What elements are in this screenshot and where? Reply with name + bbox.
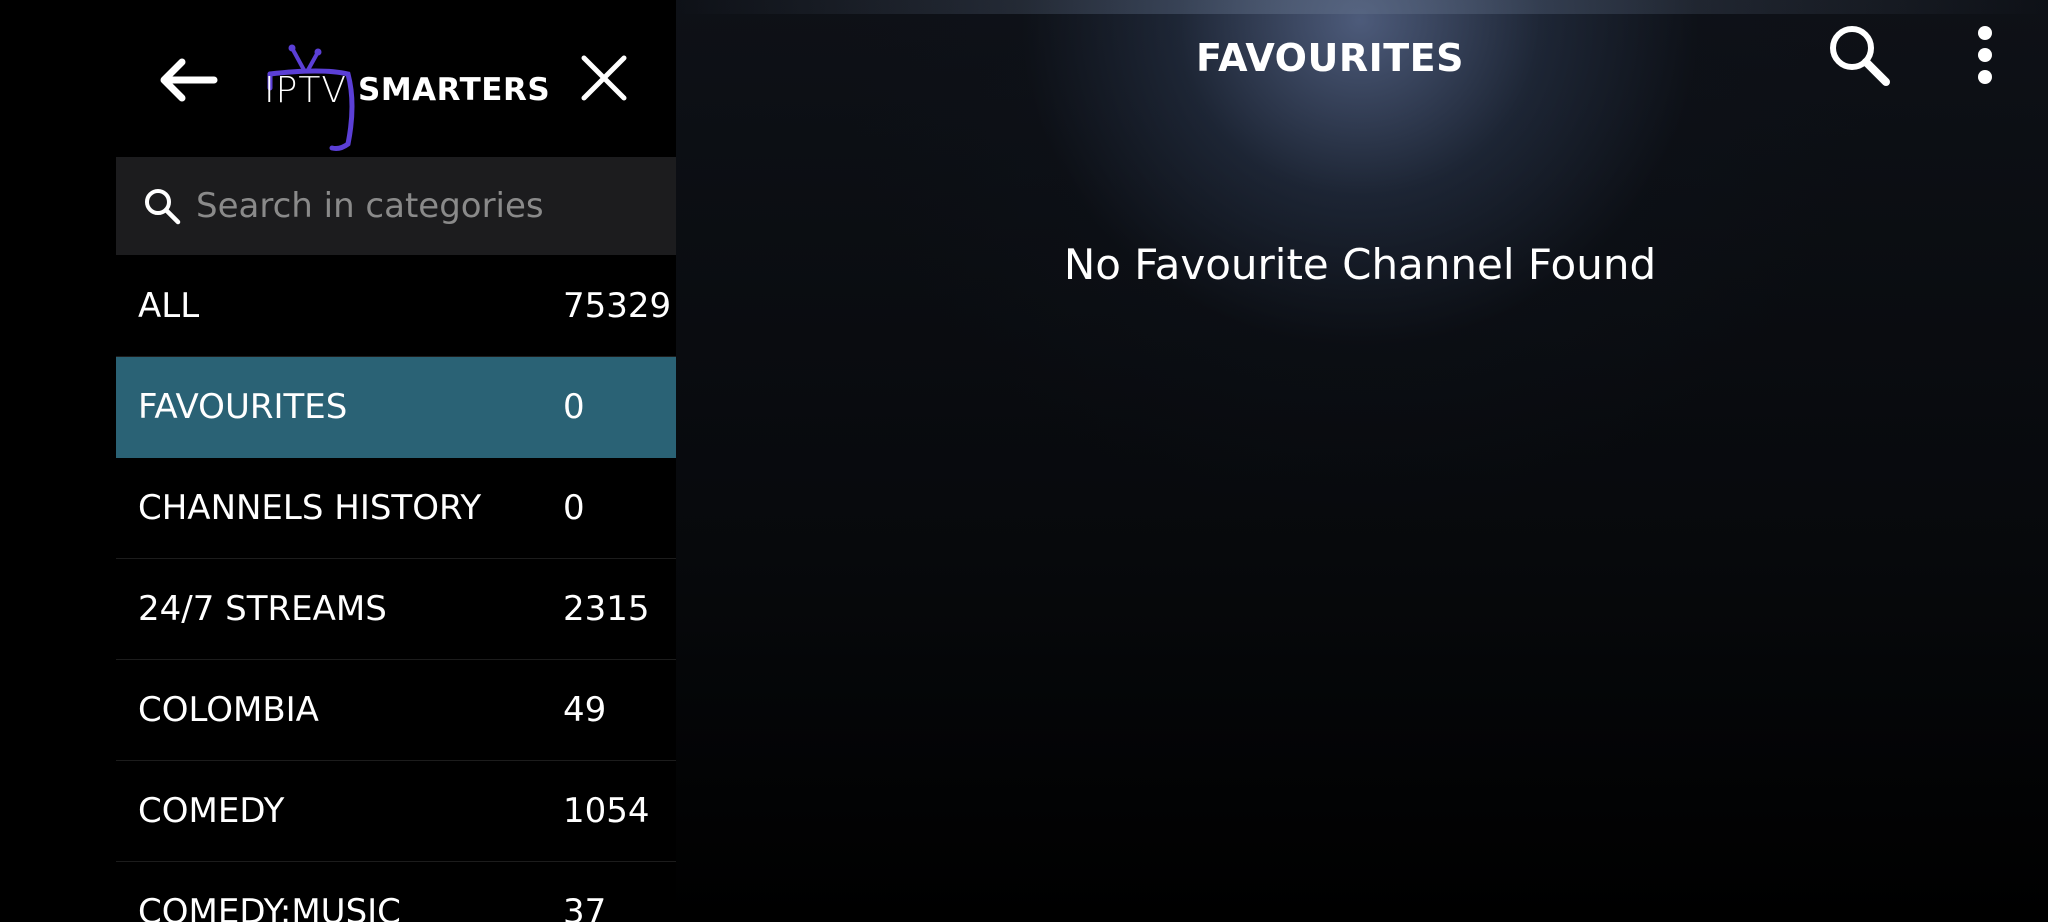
category-item-comedy-music[interactable]: COMEDY:MUSIC 37	[116, 862, 676, 922]
category-count: 0	[563, 387, 585, 427]
category-name: 24/7 STREAMS	[138, 589, 387, 629]
category-count: 2315	[563, 589, 650, 629]
category-search-box[interactable]	[116, 157, 676, 255]
logo-text-smarters: SMARTERS	[358, 72, 551, 108]
category-item-channels-history[interactable]: CHANNELS HISTORY 0	[116, 458, 676, 559]
category-name: COLOMBIA	[138, 690, 319, 730]
category-name: COMEDY:MUSIC	[138, 892, 401, 922]
empty-state-message: No Favourite Channel Found	[1063, 240, 1657, 289]
category-sidebar: IPTV SMARTERS ALL 75329 FAVOURITES 0 CHA…	[0, 0, 676, 922]
category-name: FAVOURITES	[138, 387, 348, 427]
category-item-247-streams[interactable]: 24/7 STREAMS 2315	[116, 559, 676, 660]
category-count: 49	[563, 690, 607, 730]
search-button[interactable]	[1822, 18, 1896, 92]
iptv-smarters-logo: IPTV SMARTERS	[258, 24, 550, 151]
close-button[interactable]	[574, 48, 634, 108]
category-count: 75329	[563, 286, 672, 326]
close-icon	[581, 55, 627, 101]
logo-text-iptv: IPTV	[264, 70, 347, 111]
category-name: COMEDY	[138, 791, 285, 831]
category-count: 1054	[563, 791, 650, 831]
back-button[interactable]	[155, 50, 221, 110]
category-name: CHANNELS HISTORY	[138, 488, 482, 528]
category-name: ALL	[138, 286, 200, 326]
category-count: 37	[563, 892, 607, 922]
category-item-comedy[interactable]: COMEDY 1054	[116, 761, 676, 862]
search-icon	[1830, 26, 1890, 86]
arrow-left-icon	[160, 58, 218, 102]
category-search-input[interactable]	[196, 186, 676, 226]
more-options-button[interactable]	[1960, 20, 2010, 90]
category-count: 0	[563, 488, 585, 528]
category-item-colombia[interactable]: COLOMBIA 49	[116, 660, 676, 761]
category-item-all[interactable]: ALL 75329	[116, 256, 676, 357]
top-glow-line	[676, 0, 2048, 14]
search-icon	[140, 184, 184, 228]
more-vertical-icon	[1978, 26, 1992, 84]
category-item-favourites[interactable]: FAVOURITES 0	[116, 357, 676, 458]
page-title: FAVOURITES	[1196, 36, 1464, 80]
category-list: ALL 75329 FAVOURITES 0 CHANNELS HISTORY …	[116, 256, 676, 922]
